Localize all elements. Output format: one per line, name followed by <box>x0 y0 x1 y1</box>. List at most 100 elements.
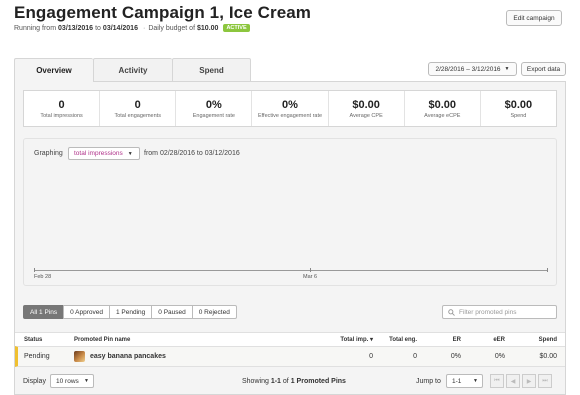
filter-pins-input[interactable]: Filter promoted pins <box>442 305 557 319</box>
tab-bar: Overview Activity Spend <box>14 58 251 82</box>
table-row[interactable]: Pending easy banana pancakes 0 0 0% 0% $… <box>15 346 565 367</box>
graph-x-axis <box>34 270 548 271</box>
stat-effective-engagement-rate: 0% Effective engagement rate <box>252 91 329 126</box>
showing-count: 1 <box>290 377 295 385</box>
graph-area: Graphing total impressions ▼ from 02/28/… <box>23 138 557 286</box>
filter-paused[interactable]: 0 Paused <box>151 305 192 319</box>
stat-value: 0% <box>282 98 298 111</box>
graphing-label: Graphing <box>34 150 63 157</box>
stat-label: Spend <box>510 112 527 119</box>
showing-of: of <box>282 377 289 385</box>
tab-spend[interactable]: Spend <box>172 58 251 82</box>
prev-page-button[interactable]: ◀ <box>506 374 520 388</box>
filter-approved[interactable]: 0 Approved <box>63 305 109 319</box>
column-eer[interactable]: eER <box>473 333 505 346</box>
row-eer: 0% <box>494 353 505 360</box>
row-engagements: 0 <box>413 353 417 360</box>
stat-label: Engagement rate <box>192 112 235 119</box>
stat-total-impressions: 0 Total impressions <box>24 91 101 126</box>
stat-value: 0% <box>205 98 222 111</box>
column-total-engagements[interactable]: Total eng. <box>377 333 417 346</box>
stat-value: $0.00 <box>352 98 380 111</box>
stat-value: $0.00 <box>428 98 457 111</box>
stat-engagement-rate: 0% Engagement rate <box>176 91 253 126</box>
chevron-down-icon: ▼ <box>127 150 133 157</box>
graph-x-tick-label: Feb 28 <box>34 274 52 280</box>
graph-x-tick <box>547 268 548 272</box>
row-er: 0% <box>450 353 461 360</box>
chevron-down-icon: ▼ <box>473 378 478 384</box>
stat-value: $0.00 <box>504 98 533 111</box>
stat-label: Effective engagement rate <box>257 112 323 119</box>
daily-budget: $10.00 <box>197 24 219 32</box>
separator: · <box>142 24 146 32</box>
graph-x-tick <box>34 268 35 272</box>
filter-pins-placeholder: Filter promoted pins <box>459 308 517 316</box>
pin-thumbnail <box>74 351 85 362</box>
page-title: Engagement Campaign 1, Ice Cream <box>14 3 312 22</box>
tab-divider <box>251 81 566 82</box>
tab-activity[interactable]: Activity <box>93 58 172 82</box>
stat-total-engagements: 0 Total engagements <box>100 91 177 126</box>
date-range-dropdown[interactable]: 2/28/2016 – 3/12/2016 ▼ <box>428 62 517 76</box>
graph-x-tick <box>310 268 311 272</box>
graph-metric-value: total impressions <box>74 150 123 157</box>
column-pin-name[interactable]: Promoted Pin name <box>74 333 130 346</box>
stat-label: Average CPE <box>349 112 383 119</box>
rows-per-page-value: 10 rows <box>56 377 79 385</box>
jump-to-label: Jump to <box>416 377 441 385</box>
chevron-down-icon: ▼ <box>84 378 89 384</box>
search-icon <box>448 308 455 316</box>
stat-spend: $0.00 Spend <box>481 91 556 126</box>
campaign-subtitle: Running from 03/13/2016 to 03/14/2016 · … <box>14 24 250 32</box>
table-footer: Display 10 rows ▼ Showing 1-1 of 1 Promo… <box>15 368 565 394</box>
stats-summary: 0 Total impressions 0 Total engagements … <box>23 90 557 127</box>
stat-average-cpe: $0.00 Average CPE <box>329 91 405 126</box>
column-er[interactable]: ER <box>425 333 461 346</box>
export-data-button[interactable]: Export data <box>521 62 566 76</box>
filter-rejected[interactable]: 0 Rejected <box>191 305 237 319</box>
filter-all-pins[interactable]: All 1 Pins <box>23 305 64 319</box>
row-pin-name[interactable]: easy banana pancakes <box>90 353 166 360</box>
graph-x-tick-label: Mar 6 <box>303 274 318 280</box>
graph-range-text: from 02/28/2016 to 03/12/2016 <box>144 150 240 157</box>
rows-per-page-dropdown[interactable]: 10 rows ▼ <box>50 374 94 388</box>
tab-overview[interactable]: Overview <box>14 58 93 82</box>
display-label: Display <box>23 377 46 385</box>
next-page-button[interactable]: ▶ <box>522 374 536 388</box>
to-word: to <box>95 24 101 32</box>
stat-label: Total engagements <box>114 112 161 119</box>
showing-range: 1-1 <box>270 377 281 385</box>
row-spend: $0.00 <box>539 353 557 360</box>
jump-to-value: 1-1 <box>452 377 462 385</box>
start-date: 03/13/2016 <box>58 24 94 32</box>
stat-label: Total impressions <box>40 112 83 119</box>
row-impressions: 0 <box>369 353 373 360</box>
column-total-impressions[interactable]: Total imp. ▾ <box>315 333 373 346</box>
running-prefix: Running from <box>14 24 57 32</box>
date-range-value: 2/28/2016 – 3/12/2016 <box>435 65 501 73</box>
showing-suffix: Promoted Pins <box>296 377 346 385</box>
column-spend[interactable]: Spend <box>517 333 557 346</box>
budget-prefix: Daily budget of <box>148 24 196 32</box>
showing-text: Showing 1-1 of 1 Promoted Pins <box>242 368 346 394</box>
chevron-down-icon: ▼ <box>504 66 510 72</box>
showing-prefix: Showing <box>242 377 269 385</box>
first-page-button[interactable]: ⏮ <box>490 374 504 388</box>
stat-value: 0 <box>134 98 141 111</box>
stat-average-ecpe: $0.00 Average eCPE <box>405 91 481 126</box>
jump-to-dropdown[interactable]: 1-1 ▼ <box>446 374 483 388</box>
row-status: Pending <box>24 353 50 360</box>
last-page-button[interactable]: ⏭ <box>538 374 552 388</box>
graph-metric-dropdown[interactable]: total impressions ▼ <box>68 147 140 160</box>
pin-status-filters: All 1 Pins 0 Approved 1 Pending 0 Paused… <box>23 305 237 319</box>
stat-value: 0 <box>58 98 65 111</box>
table-header: Status Promoted Pin name Total imp. ▾ To… <box>15 332 565 346</box>
edit-campaign-button[interactable]: Edit campaign <box>506 10 562 26</box>
status-badge: ACTIVE <box>223 24 250 32</box>
stat-label: Average eCPE <box>424 112 461 119</box>
end-date: 03/14/2016 <box>102 24 138 32</box>
row-pin: easy banana pancakes <box>74 347 166 366</box>
filter-pending[interactable]: 1 Pending <box>109 305 152 319</box>
column-status[interactable]: Status <box>24 333 42 346</box>
